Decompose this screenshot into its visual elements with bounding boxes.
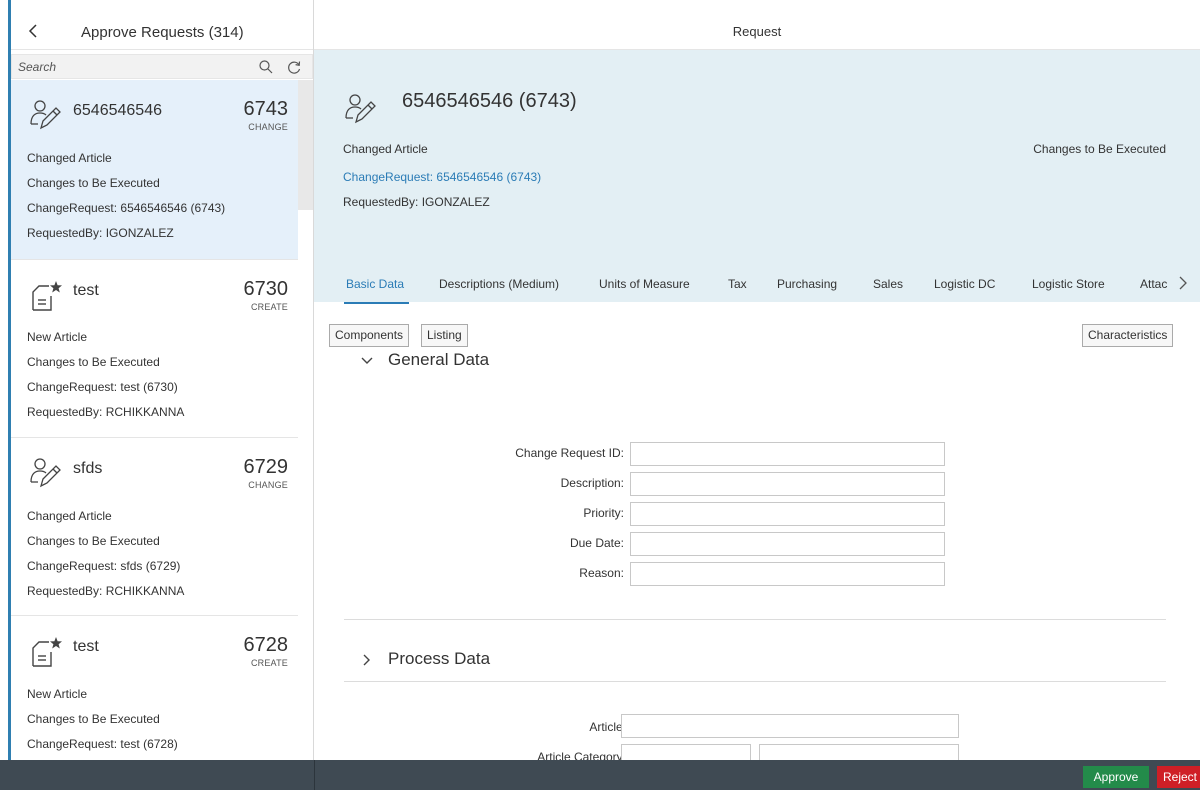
listing-button[interactable]: Listing (421, 324, 468, 347)
chevron-left-icon (28, 24, 37, 38)
article-category-field[interactable] (621, 744, 751, 760)
list-item-attribute: New Article (27, 687, 88, 701)
tab-attachments[interactable]: Attac (1140, 277, 1167, 291)
reject-button[interactable]: Reject (1157, 766, 1200, 788)
form-label: Article: (589, 720, 626, 734)
form-label: Article Category: (537, 750, 626, 760)
tab-logistic-dc[interactable]: Logistic DC (934, 277, 995, 291)
list-item-status: Changes to Be Executed (27, 712, 160, 726)
list-item-attribute: RequestedBy: RCHIKKANNA (27, 584, 185, 598)
document-favorite-icon (32, 637, 62, 667)
list-item-attribute: ChangeRequest: test (6730) (27, 380, 178, 394)
general-data-title[interactable]: General Data (388, 350, 489, 370)
tab-units-of-measure[interactable]: Units of Measure (599, 277, 690, 291)
list-item-unit: CHANGE (248, 480, 288, 490)
approve-button[interactable]: Approve (1083, 766, 1149, 788)
list-item-title: test (73, 282, 99, 299)
detail-header: Request (314, 0, 1200, 50)
user-edit-icon (30, 100, 61, 130)
tab-sales[interactable]: Sales (873, 277, 903, 291)
form-label: Reason: (579, 566, 624, 580)
list-item-attribute: RequestedBy: IGONZALEZ (27, 226, 174, 240)
list-item-number: 6743 (243, 98, 289, 120)
tab-descriptions-medium[interactable]: Descriptions (Medium) (439, 277, 559, 291)
chevron-right-icon[interactable] (1178, 276, 1188, 290)
list-item-title: sfds (73, 460, 103, 477)
chevron-down-icon[interactable] (360, 354, 374, 368)
characteristics-button[interactable]: Characteristics (1082, 324, 1174, 347)
list-item[interactable]: test 6730 CREATE New Article Changes to … (11, 260, 298, 438)
components-button[interactable]: Components (329, 324, 410, 347)
master-header: Approve Requests (314) (11, 0, 313, 50)
list-item[interactable]: 6546546546 6743 CHANGE Changed Article C… (11, 80, 298, 260)
list-item-number: 6729 (243, 456, 289, 478)
list-item-unit: CHANGE (248, 122, 288, 132)
detail-title: Request (732, 24, 782, 39)
list-item-status: Changes to Be Executed (27, 355, 160, 369)
section-divider (344, 619, 1166, 620)
list-item-title: 6546546546 (73, 102, 162, 119)
tab-purchasing[interactable]: Purchasing (777, 277, 837, 291)
search-input[interactable] (18, 58, 248, 76)
master-pane: Approve Requests (314) 6546546546 6743 C… (0, 0, 314, 790)
form-label: Due Date: (569, 536, 624, 550)
list-item-attribute: ChangeRequest: test (6728) (27, 737, 178, 751)
list-item-unit: CREATE (250, 302, 288, 312)
priority-field[interactable] (630, 502, 945, 526)
list-item[interactable]: sfds 6729 CHANGE Changed Article Changes… (11, 438, 298, 616)
due-date-field[interactable] (630, 532, 945, 556)
object-status: Changes to Be Executed (1033, 142, 1166, 156)
user-edit-icon (345, 94, 376, 124)
tab-bar: Basic Data Descriptions (Medium) Units o… (314, 260, 1200, 302)
list-item-status: Changes to Be Executed (27, 534, 160, 548)
list-item-number: 6728 (243, 634, 289, 656)
user-edit-icon (30, 458, 61, 488)
form-label: Change Request ID: (515, 446, 624, 460)
process-data-title[interactable]: Process Data (388, 649, 490, 669)
list-item-attribute: Changed Article (27, 151, 112, 165)
list-item-title: test (73, 638, 99, 655)
article-category-description-field[interactable] (759, 744, 959, 760)
list-item[interactable]: test 6728 CREATE New Article Changes to … (11, 616, 298, 760)
search-bar (11, 54, 313, 79)
list-item-unit: CREATE (250, 658, 288, 668)
object-type: Changed Article (343, 142, 428, 156)
description-field[interactable] (630, 472, 945, 496)
document-favorite-icon (32, 281, 62, 311)
form-label: Description: (560, 476, 624, 490)
master-title: Approve Requests (314) (81, 24, 244, 41)
section-divider (344, 681, 1166, 682)
reason-field[interactable] (630, 562, 945, 586)
list-item-attribute: Changed Article (27, 509, 112, 523)
article-field[interactable] (621, 714, 959, 738)
chevron-right-icon[interactable] (360, 653, 374, 667)
tab-tax[interactable]: Tax (728, 277, 747, 291)
object-title: 6546546546 (6743) (402, 90, 577, 112)
master-footer (0, 760, 314, 790)
detail-footer: Approve Reject (314, 760, 1200, 790)
tab-basic-data[interactable]: Basic Data (346, 277, 404, 291)
tab-content: Components Listing Characteristics Gener… (314, 304, 1200, 760)
refresh-icon[interactable] (286, 59, 302, 75)
requested-by: RequestedBy: IGONZALEZ (343, 195, 490, 209)
list-item-attribute: ChangeRequest: sfds (6729) (27, 559, 181, 573)
list-scrollbar[interactable] (298, 80, 313, 210)
tab-logistic-store[interactable]: Logistic Store (1032, 277, 1105, 291)
list-item-attribute: ChangeRequest: 6546546546 (6743) (27, 201, 226, 215)
form-label: Priority: (583, 506, 624, 520)
list-item-number: 6730 (243, 278, 289, 300)
list-item-attribute: RequestedBy: RCHIKKANNA (27, 405, 185, 419)
request-list: 6546546546 6743 CHANGE Changed Article C… (11, 80, 313, 760)
list-item-status: Changes to Be Executed (27, 176, 160, 190)
list-item-attribute: New Article (27, 330, 88, 344)
change-request-link[interactable]: ChangeRequest: 6546546546 (6743) (343, 170, 541, 184)
back-button[interactable] (25, 22, 41, 40)
change-request-id-field[interactable] (630, 442, 945, 466)
detail-pane: Request 6546546546 (6743) Changed Articl… (314, 0, 1200, 790)
search-icon[interactable] (258, 59, 274, 75)
